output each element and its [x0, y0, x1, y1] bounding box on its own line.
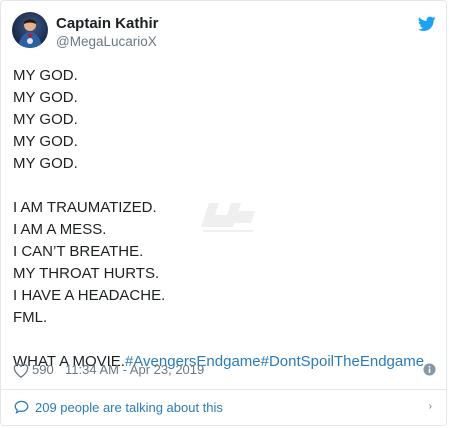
watermark-logo	[201, 203, 255, 232]
speech-bubble-icon	[14, 400, 29, 414]
like-action[interactable]: 590	[13, 360, 54, 380]
text-line: FML.	[13, 309, 48, 326]
text-line: MY THROAT HURTS.	[13, 265, 160, 282]
twitter-bird-icon[interactable]	[418, 16, 436, 32]
chevron-right-icon[interactable]: ›	[429, 401, 432, 412]
author-display-name[interactable]: Captain Kathir	[56, 15, 159, 33]
text-line: MY GOD.	[13, 111, 78, 128]
text-line: MY GOD.	[13, 67, 78, 84]
tweet-timestamp[interactable]: 11:34 AM - Apr 23, 2019	[65, 360, 204, 380]
divider	[1, 389, 446, 390]
tweet-header: Captain Kathir @MegaLucarioX	[12, 12, 436, 52]
text-line: MY GOD.	[13, 89, 78, 106]
heart-icon	[13, 363, 29, 378]
author-names: Captain Kathir @MegaLucarioX	[56, 15, 159, 51]
avatar[interactable]	[12, 12, 48, 48]
text-line: MY GOD.	[13, 155, 78, 172]
text-line: I HAVE A HEADACHE.	[13, 287, 166, 304]
author-handle[interactable]: @MegaLucarioX	[56, 33, 159, 51]
text-line: MY GOD.	[13, 133, 78, 150]
talking-link[interactable]: 209 people are talking about this	[14, 397, 436, 417]
tweet-card: Captain Kathir @MegaLucarioX MY GOD. MY …	[0, 0, 447, 426]
text-line: I CAN’T BREATHE.	[13, 243, 144, 260]
info-icon[interactable]	[423, 363, 436, 376]
talking-text: 209 people are talking about this	[35, 399, 223, 415]
like-count: 590	[32, 362, 54, 377]
tweet-meta: 590 11:34 AM - Apr 23, 2019	[13, 360, 436, 380]
